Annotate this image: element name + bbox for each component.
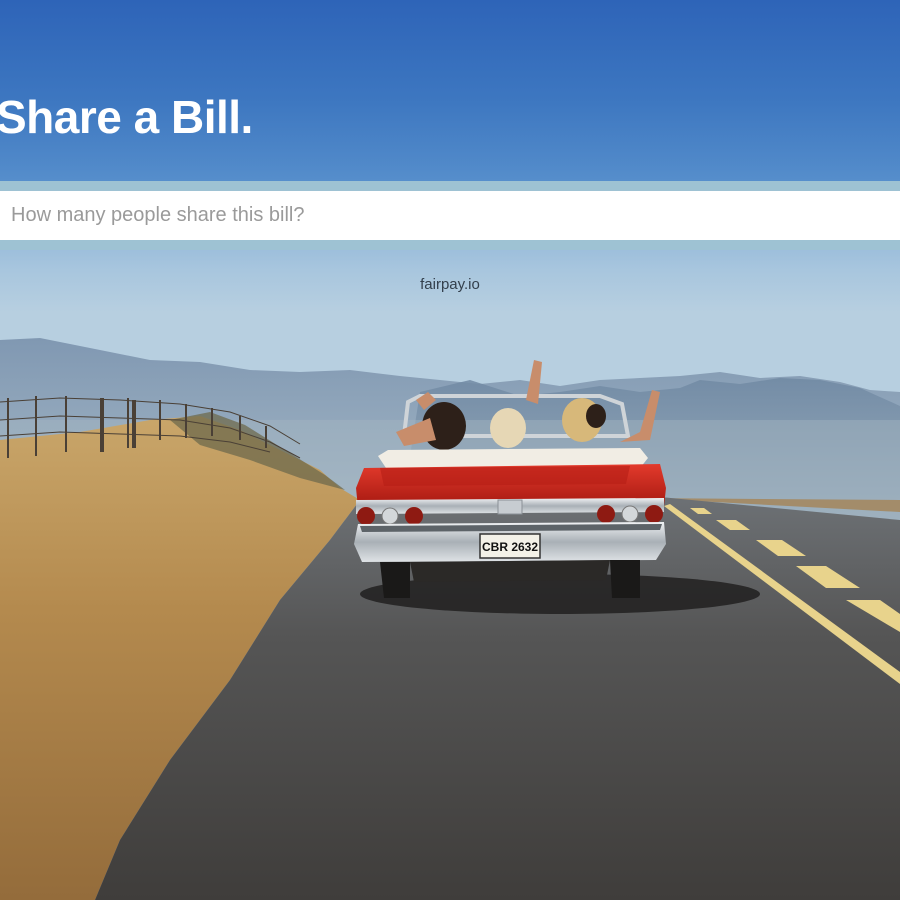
license-plate-text: CBR 2632	[482, 540, 538, 554]
brand-label: fairpay.io	[420, 276, 480, 293]
input-band	[0, 181, 900, 250]
people-count-input[interactable]	[0, 191, 900, 240]
header-banner: Share a Bill.	[0, 0, 900, 181]
page-title: Share a Bill.	[0, 91, 253, 143]
